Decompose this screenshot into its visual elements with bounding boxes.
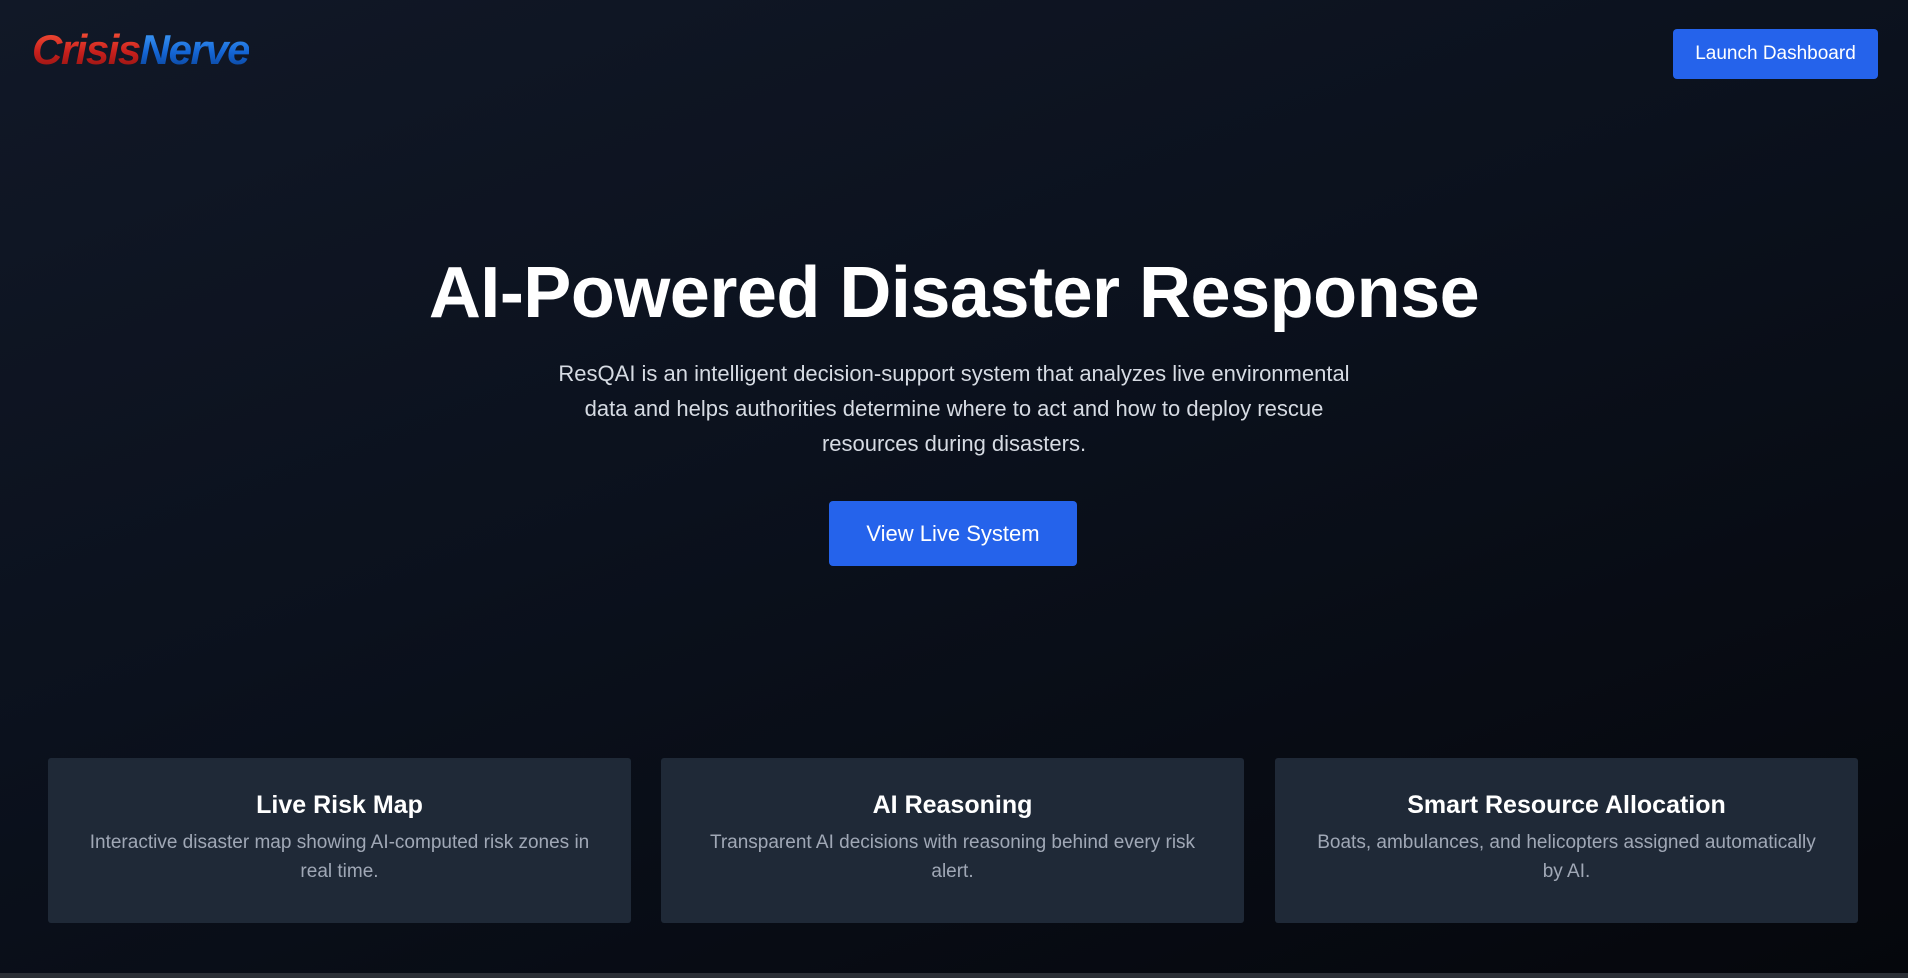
feature-card-description: Interactive disaster map showing AI-comp…	[89, 832, 590, 882]
launch-dashboard-button[interactable]: Launch Dashboard	[1673, 29, 1878, 79]
top-navbar: CrisisNerve Launch Dashboard	[0, 0, 1908, 110]
feature-card-description: Transparent AI decisions with reasoning …	[709, 832, 1196, 882]
hero-title: AI-Powered Disaster Response	[428, 253, 1480, 333]
feature-card-ai-reasoning: AI Reasoning Transparent AI decisions wi…	[661, 758, 1244, 923]
feature-card-title: Live Risk Map	[256, 791, 423, 819]
feature-card-smart-resource-allocation: Smart Resource Allocation Boats, ambulan…	[1275, 758, 1858, 923]
feature-card-description: Boats, ambulances, and helicopters assig…	[1317, 832, 1816, 882]
logo-text-crisis: Crisis	[32, 26, 141, 73]
feature-card-live-risk-map: Live Risk Map Interactive disaster map s…	[48, 758, 631, 923]
view-live-system-button[interactable]: View Live System	[829, 501, 1077, 566]
logo-text-nerve: Nerve	[139, 26, 251, 73]
hero-description: ResQAI is an intelligent decision-suppor…	[558, 361, 1350, 456]
crisisnerve-logo[interactable]: CrisisNerve	[32, 24, 251, 76]
feature-card-title: AI Reasoning	[872, 791, 1033, 819]
horizontal-scrollbar[interactable]	[0, 973, 1908, 978]
feature-card-title: Smart Resource Allocation	[1407, 791, 1726, 819]
